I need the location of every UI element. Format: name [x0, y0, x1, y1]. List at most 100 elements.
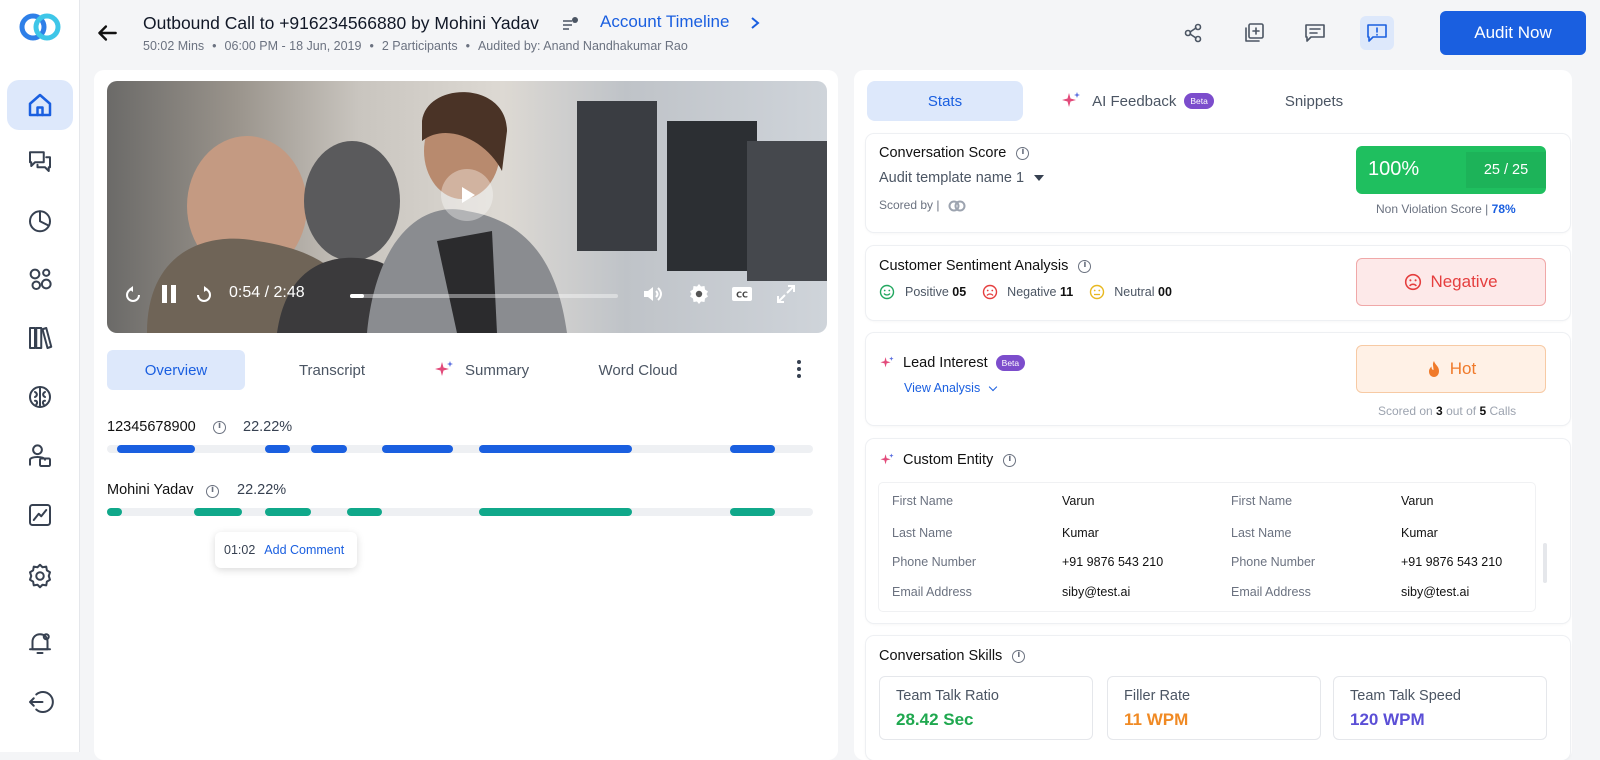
- talk-segment[interactable]: [382, 445, 453, 453]
- add-comment-link[interactable]: Add Comment: [264, 543, 344, 557]
- skill-value: 120 WPM: [1350, 710, 1425, 729]
- replay-icon: [197, 286, 211, 302]
- sidebar-item-logout[interactable]: [7, 677, 73, 727]
- talk-segment[interactable]: [311, 445, 347, 453]
- info-icon[interactable]: [1078, 259, 1092, 273]
- info-icon[interactable]: [1016, 146, 1030, 160]
- rewind-button[interactable]: [120, 281, 146, 307]
- sidebar-item-ai[interactable]: [7, 372, 73, 422]
- lead-scored-note: Scored on 3 out of 5 Calls: [1378, 404, 1516, 418]
- sidebar-item-conversations[interactable]: [7, 136, 73, 186]
- sentiment-title: Customer Sentiment Analysis: [879, 258, 1069, 274]
- speaker-talk-timeline[interactable]: [107, 445, 813, 453]
- gear-icon: [690, 284, 708, 304]
- pause-button[interactable]: [156, 281, 182, 307]
- skill-team-talk-speed: Team Talk Speed 120 WPM: [1333, 676, 1547, 740]
- beta-badge: Beta: [1184, 93, 1214, 109]
- card-title: Conversation Score: [879, 145, 1030, 161]
- audit-template-value: Audit template name 1: [879, 170, 1025, 186]
- audit-template-select[interactable]: Audit template name 1: [879, 170, 1045, 186]
- stats-panel: Stats AI Feedback Beta Snippets Conversa…: [854, 70, 1572, 760]
- audit-now-button[interactable]: Audit Now: [1440, 11, 1586, 55]
- sidebar-item-team[interactable]: [7, 431, 73, 481]
- rewind-icon: [126, 286, 140, 302]
- tab-summary[interactable]: Summary: [433, 350, 537, 390]
- entity-table: First Name Varun First Name Varun Last N…: [879, 483, 1535, 611]
- info-icon[interactable]: [213, 421, 226, 434]
- talk-segment[interactable]: [117, 445, 195, 453]
- talk-segment[interactable]: [194, 508, 242, 516]
- sidebar-item-settings[interactable]: [7, 551, 73, 601]
- conversation-skills-card: Conversation Skills Team Talk Ratio 28.4…: [866, 636, 1570, 760]
- scored-by-text: Scored by |: [879, 198, 940, 212]
- bell-icon: [29, 633, 51, 654]
- comments-button[interactable]: [1298, 16, 1332, 50]
- non-violation-score: Non Violation Score | 78%: [1376, 202, 1516, 216]
- talk-segment[interactable]: [265, 445, 290, 453]
- volume-button[interactable]: [640, 281, 666, 307]
- scored-mid: out of: [1446, 404, 1477, 418]
- talk-segment[interactable]: [730, 445, 775, 453]
- speaker-talk-timeline[interactable]: [107, 508, 813, 516]
- talk-segment[interactable]: [107, 508, 122, 516]
- logout-icon: [29, 691, 54, 713]
- play-overlay-button[interactable]: [441, 169, 493, 221]
- sidebar-item-analytics[interactable]: [7, 490, 73, 540]
- add-to-library-button[interactable]: [1237, 16, 1271, 50]
- tab-ai-feedback[interactable]: AI Feedback Beta: [1052, 81, 1222, 121]
- sidebar-item-reports[interactable]: [7, 195, 73, 245]
- info-icon[interactable]: [1003, 453, 1017, 467]
- comment-time: 01:02: [224, 543, 256, 557]
- tab-transcript[interactable]: Transcript: [267, 350, 397, 390]
- feedback-button[interactable]: [1360, 16, 1394, 50]
- fullscreen-button[interactable]: [773, 281, 799, 307]
- video-player[interactable]: 0:54 / 2:48 CC: [107, 81, 827, 333]
- talk-segment[interactable]: [479, 508, 632, 516]
- entity-scrollbar[interactable]: [1543, 543, 1547, 583]
- card-title: Lead Interest Beta: [879, 355, 1026, 371]
- entity-value: Varun: [1062, 494, 1095, 508]
- talk-segment[interactable]: [479, 445, 632, 453]
- entity-key: Email Address: [1231, 585, 1311, 599]
- settings-icon: [29, 563, 51, 589]
- tab-ai-feedback-label: AI Feedback: [1092, 92, 1177, 110]
- tab-word-cloud[interactable]: Word Cloud: [573, 350, 703, 390]
- entity-value: +91 9876 543 210: [1062, 555, 1164, 569]
- beta-badge: Beta: [995, 355, 1026, 371]
- settings-button[interactable]: [686, 281, 712, 307]
- sparkle-icon: [880, 356, 894, 368]
- tab-stats[interactable]: Stats: [867, 81, 1023, 121]
- pause-icon: [162, 285, 176, 303]
- scored-suffix: Calls: [1489, 404, 1517, 418]
- back-button[interactable]: [94, 20, 122, 46]
- view-analysis-link[interactable]: View Analysis: [904, 381, 997, 395]
- sidebar-item-home[interactable]: [7, 80, 73, 130]
- info-icon[interactable]: [1012, 649, 1026, 663]
- sidebar-item-library[interactable]: [7, 313, 73, 363]
- chat-icon: [29, 151, 51, 172]
- talk-segment[interactable]: [265, 508, 311, 516]
- share-button[interactable]: [1176, 16, 1210, 50]
- entity-value: siby@test.ai: [1401, 585, 1470, 599]
- neutral-count: 00: [1158, 285, 1172, 299]
- entity-value: +91 9876 543 210: [1401, 555, 1503, 569]
- talk-segment[interactable]: [347, 508, 382, 516]
- more-options-icon[interactable]: [794, 358, 804, 380]
- sidebar-item-topics[interactable]: [7, 254, 73, 304]
- tab-snippets[interactable]: Snippets: [1234, 81, 1394, 121]
- call-participants: 2 Participants: [381, 39, 458, 53]
- info-icon[interactable]: [206, 485, 219, 498]
- sidebar-item-notifications[interactable]: [7, 618, 73, 668]
- replay-button[interactable]: [191, 281, 217, 307]
- app-logo[interactable]: [18, 12, 62, 42]
- account-timeline-link[interactable]: Account Timeline: [600, 12, 729, 32]
- captions-button[interactable]: CC: [729, 281, 755, 307]
- frown-icon: [982, 284, 998, 300]
- talk-segment[interactable]: [730, 508, 775, 516]
- tab-overview[interactable]: Overview: [107, 350, 245, 390]
- playback-progress-bar[interactable]: [350, 294, 618, 298]
- trend-chart-icon: [29, 504, 51, 526]
- entity-value: Kumar: [1401, 526, 1438, 540]
- entity-value: Varun: [1401, 494, 1434, 508]
- notes-icon[interactable]: [560, 14, 580, 34]
